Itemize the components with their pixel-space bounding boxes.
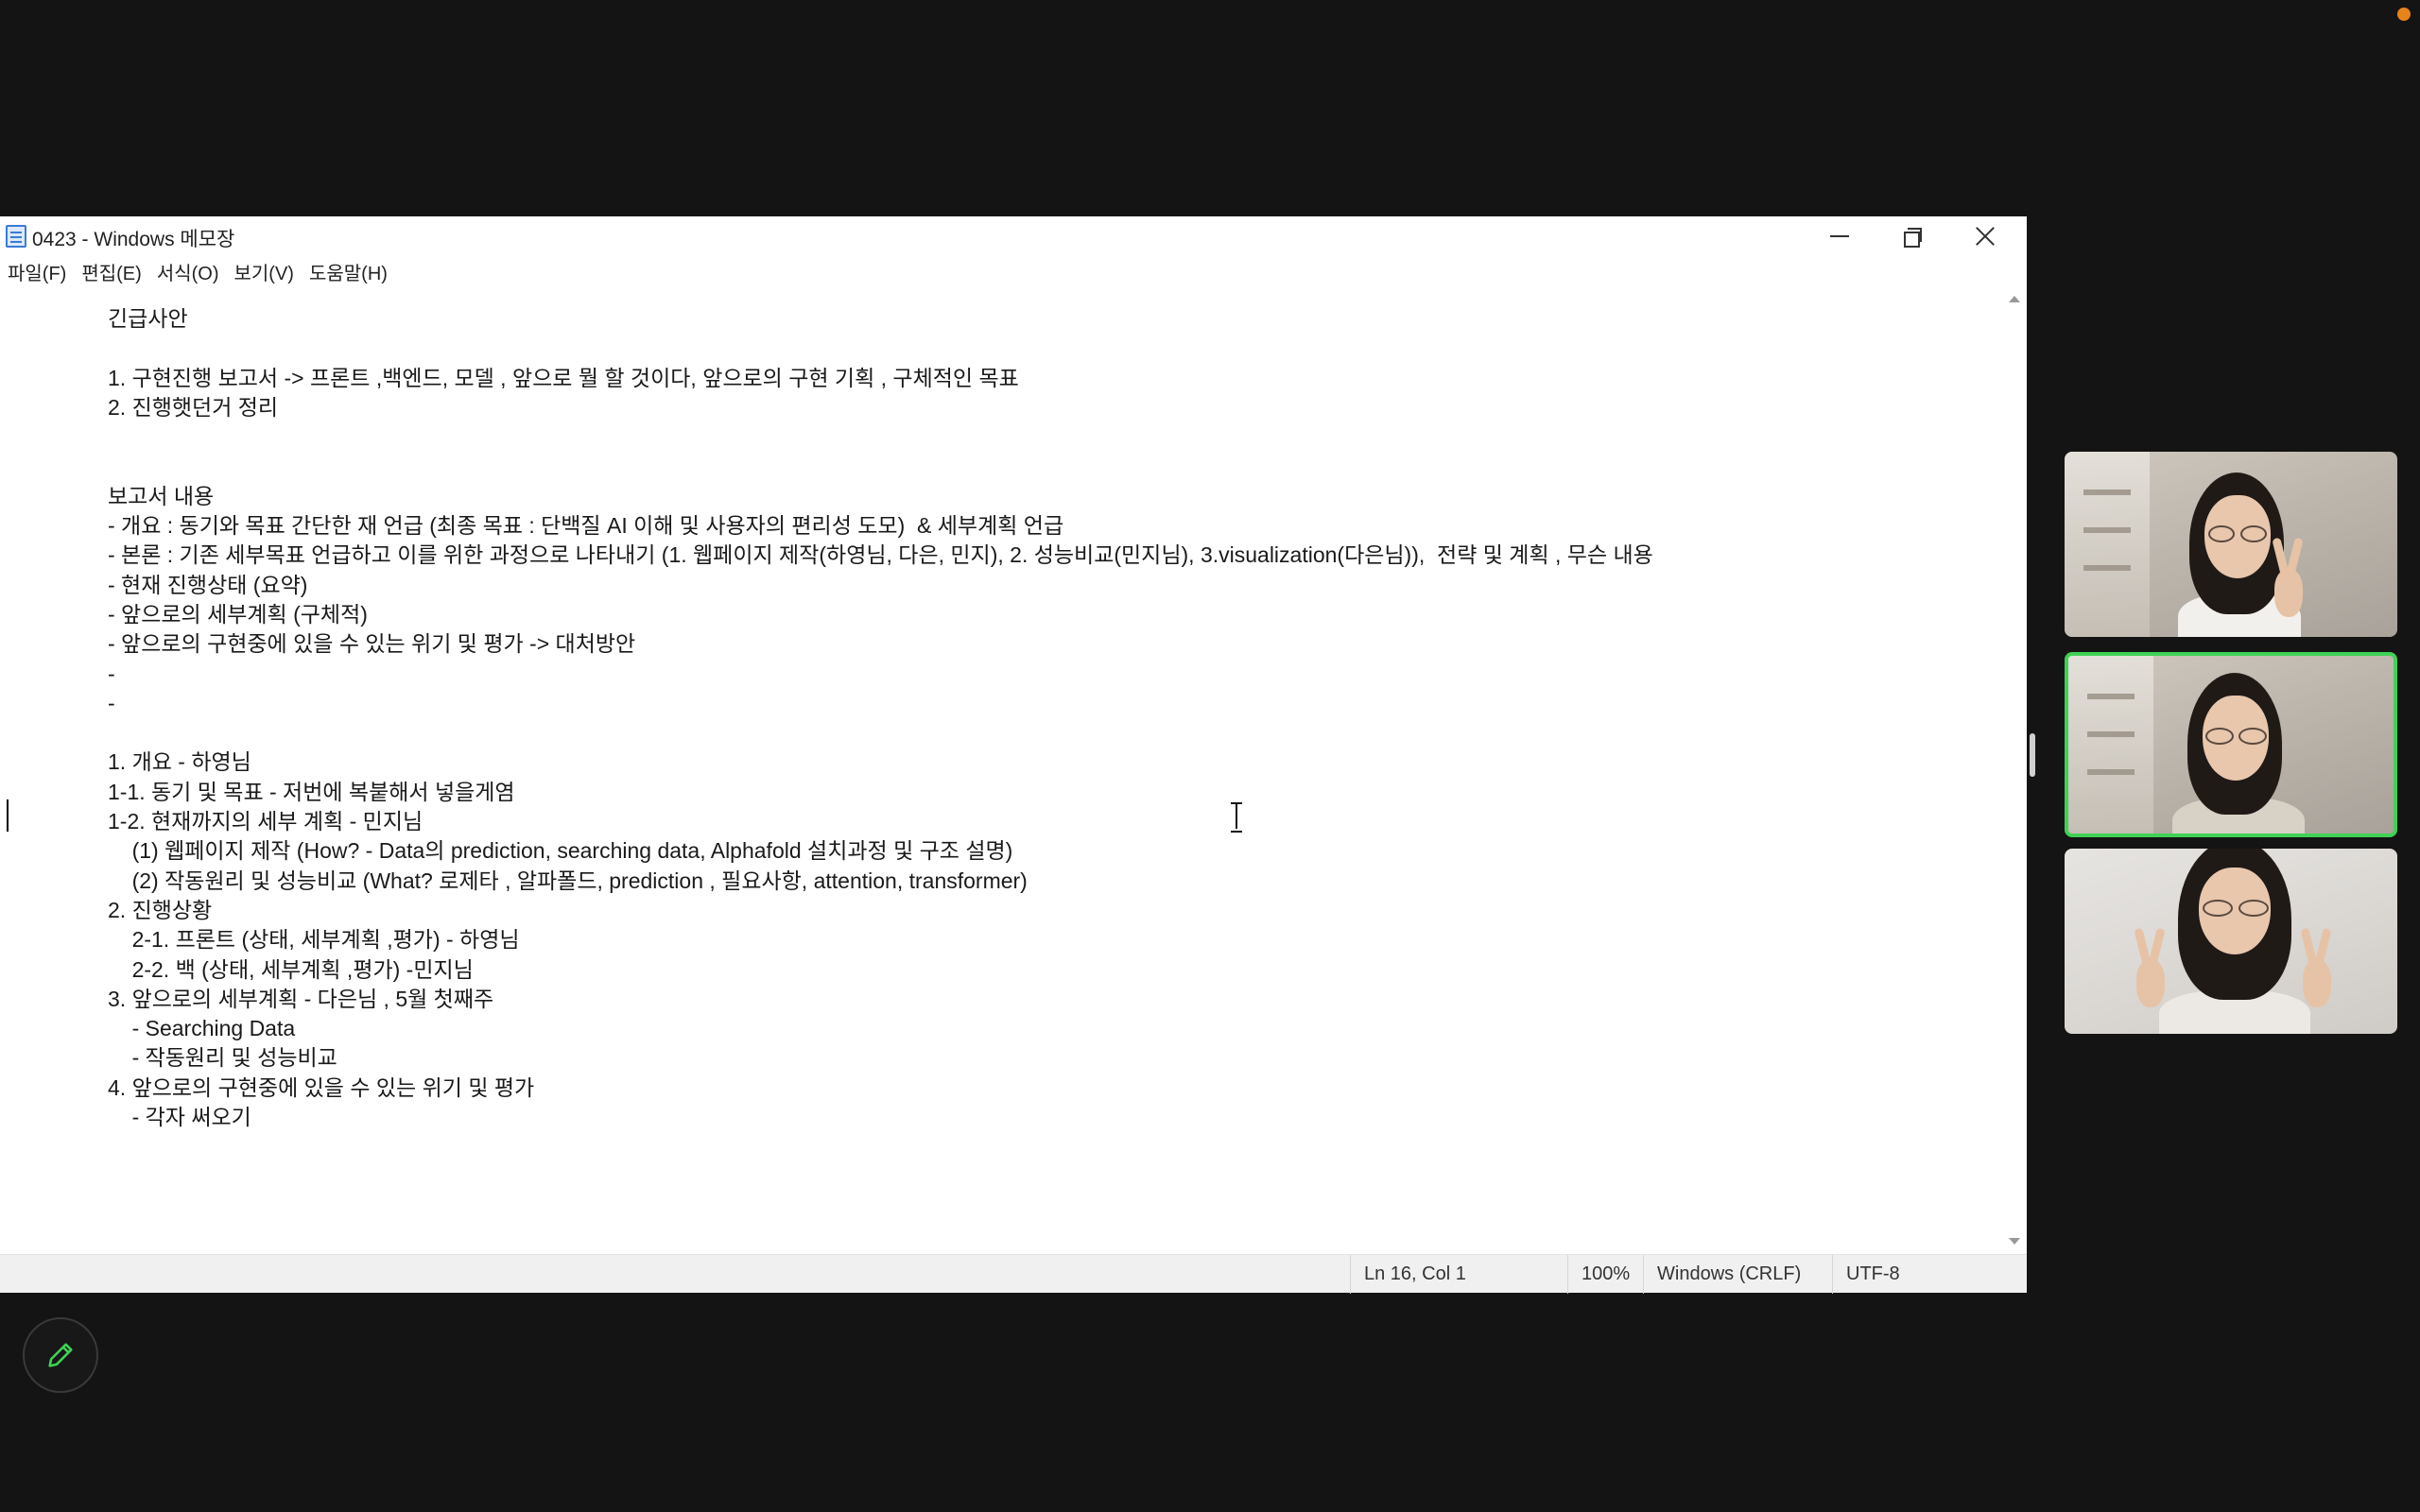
menu-format[interactable]: 서식(O) bbox=[157, 258, 219, 285]
window-title: 0423 - Windows 메모장 bbox=[32, 229, 235, 250]
close-icon bbox=[1975, 226, 1996, 247]
document-text[interactable]: 긴급사안 1. 구현진행 보고서 -> 프론트 ,백엔드, 모델 , 앞으로 뭘… bbox=[108, 304, 1653, 1132]
recording-indicator-icon bbox=[2397, 8, 2411, 21]
notepad-icon bbox=[6, 225, 26, 248]
vertical-scrollbar[interactable] bbox=[2002, 286, 2027, 1254]
menu-edit[interactable]: 편집(E) bbox=[81, 258, 141, 285]
pane-resize-handle[interactable] bbox=[2030, 733, 2035, 777]
menu-help[interactable]: 도움말(H) bbox=[309, 258, 388, 285]
encoding: UTF-8 bbox=[1832, 1255, 2027, 1294]
menu-file[interactable]: 파일(F) bbox=[8, 258, 66, 285]
menu-bar: 파일(F) 편집(E) 서식(O) 보기(V) 도움말(H) bbox=[0, 256, 2027, 286]
restore-icon bbox=[1904, 228, 1922, 248]
video-feed-participant-1[interactable] bbox=[2065, 452, 2397, 637]
ibeam-cursor-icon bbox=[1229, 802, 1244, 833]
title-bar[interactable]: 0423 - Windows 메모장 bbox=[0, 216, 2027, 256]
minimize-button[interactable] bbox=[1804, 216, 1876, 256]
minimize-icon bbox=[1830, 235, 1849, 237]
status-bar: Ln 16, Col 1 100% Windows (CRLF) UTF-8 bbox=[0, 1254, 2027, 1294]
pencil-icon bbox=[48, 1343, 73, 1367]
menu-view[interactable]: 보기(V) bbox=[234, 258, 294, 285]
notepad-window: 0423 - Windows 메모장 파일(F) 편집(E) 서식(O) 보기(… bbox=[0, 216, 2027, 1294]
cursor-position: Ln 16, Col 1 bbox=[1350, 1255, 1567, 1294]
restore-button[interactable] bbox=[1876, 216, 1948, 256]
annotate-button[interactable] bbox=[23, 1317, 98, 1393]
scroll-down-icon[interactable] bbox=[2009, 1238, 2020, 1245]
text-caret bbox=[7, 799, 9, 832]
scroll-up-icon[interactable] bbox=[2009, 296, 2020, 302]
line-ending: Windows (CRLF) bbox=[1643, 1255, 1832, 1294]
video-feed-participant-3[interactable] bbox=[2065, 849, 2397, 1034]
zoom-level: 100% bbox=[1567, 1255, 1643, 1294]
close-button[interactable] bbox=[1949, 216, 2021, 256]
video-feed-participant-2[interactable] bbox=[2065, 652, 2397, 837]
text-editor[interactable]: 긴급사안 1. 구현진행 보고서 -> 프론트 ,백엔드, 모델 , 앞으로 뭘… bbox=[0, 286, 2002, 1254]
